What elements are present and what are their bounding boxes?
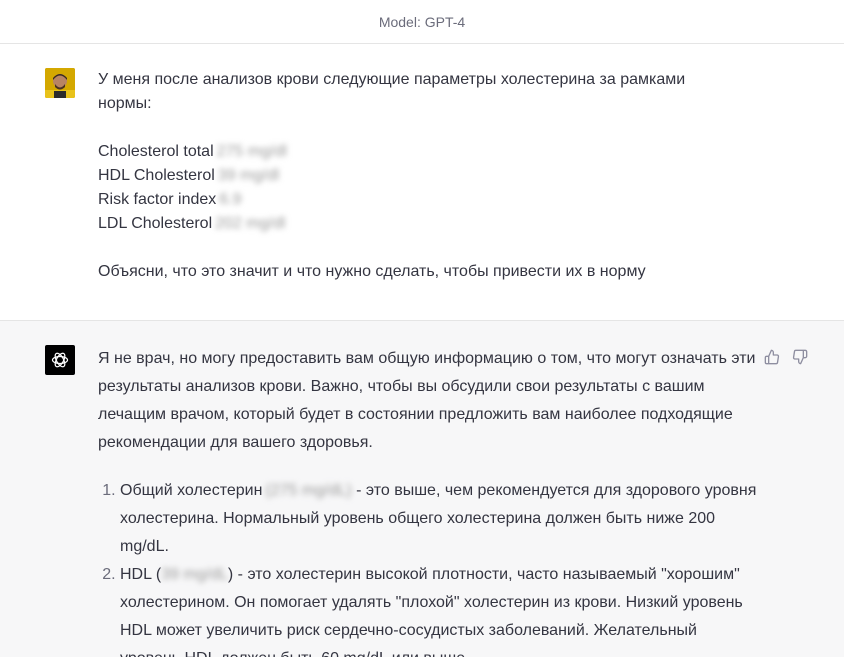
- blurred-value: 202 mg/dl: [215, 215, 286, 232]
- model-label: Model: GPT-4: [378, 13, 466, 30]
- blurred-value: 275 mg/dl: [216, 143, 287, 160]
- user-message-text: У меня после анализов крови следующие па…: [98, 68, 718, 284]
- assistant-message: Я не врач, но могу предоставить вам общу…: [0, 321, 844, 657]
- param-label: LDL Cholesterol: [98, 215, 213, 232]
- list-item: HDL (39 mg/dL) - это холестерин высокой …: [120, 561, 758, 657]
- item-text: HDL (: [120, 566, 162, 583]
- thumbs-down-icon[interactable]: [792, 349, 808, 365]
- user-question: Объясни, что это значит и что нужно сдел…: [98, 263, 646, 280]
- param-row: Cholesterol total 275 mg/dl: [98, 140, 718, 164]
- user-intro: У меня после анализов крови следующие па…: [98, 71, 686, 112]
- model-header: Model: GPT-4: [0, 0, 844, 44]
- list-item: Общий холестерин(275 mg/dL) - это выше, …: [120, 477, 758, 561]
- feedback-buttons: [764, 349, 808, 365]
- assistant-list: Общий холестерин(275 mg/dL) - это выше, …: [98, 477, 758, 657]
- param-label: Cholesterol total: [98, 143, 214, 160]
- param-label: HDL Cholesterol: [98, 167, 215, 184]
- blurred-value: 39 mg/dl: [217, 167, 280, 184]
- blurred-value: (275 mg/dL): [265, 482, 352, 499]
- param-label: Risk factor index: [98, 191, 217, 208]
- thumbs-up-icon[interactable]: [764, 349, 780, 365]
- param-row: HDL Cholesterol 39 mg/dl: [98, 164, 718, 188]
- param-row: LDL Cholesterol 202 mg/dl: [98, 212, 718, 236]
- user-avatar: [45, 68, 75, 98]
- openai-logo-icon: [45, 345, 75, 375]
- assistant-intro: Я не врач, но могу предоставить вам общу…: [98, 350, 756, 451]
- item-text: Общий холестерин: [120, 482, 263, 499]
- assistant-message-text: Я не врач, но могу предоставить вам общу…: [98, 345, 758, 657]
- user-message: У меня после анализов крови следующие па…: [0, 44, 844, 321]
- param-row: Risk factor index 6.9: [98, 188, 718, 212]
- blurred-value: 39 mg/dL: [161, 566, 228, 583]
- blurred-value: 6.9: [219, 191, 242, 208]
